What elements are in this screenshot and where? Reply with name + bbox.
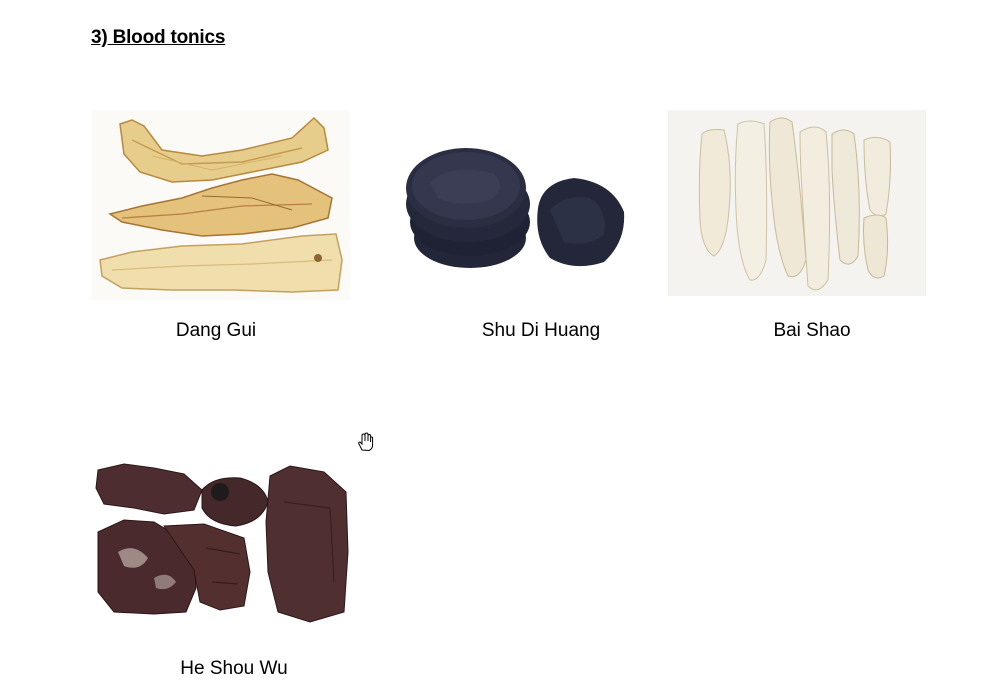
he-shou-wu-image xyxy=(94,462,352,628)
shu-di-huang-caption: Shu Di Huang xyxy=(481,320,601,341)
bai-shao-caption: Bai Shao xyxy=(773,320,851,341)
section-heading: 3) Blood tonics xyxy=(91,27,226,48)
dang-gui-caption: Dang Gui xyxy=(175,320,257,341)
he-shou-wu-caption: He Shou Wu xyxy=(180,658,288,679)
bai-shao-image xyxy=(668,110,926,296)
dang-gui-image xyxy=(92,110,350,300)
shu-di-huang-image xyxy=(404,138,632,278)
hand-cursor-icon xyxy=(356,432,374,457)
